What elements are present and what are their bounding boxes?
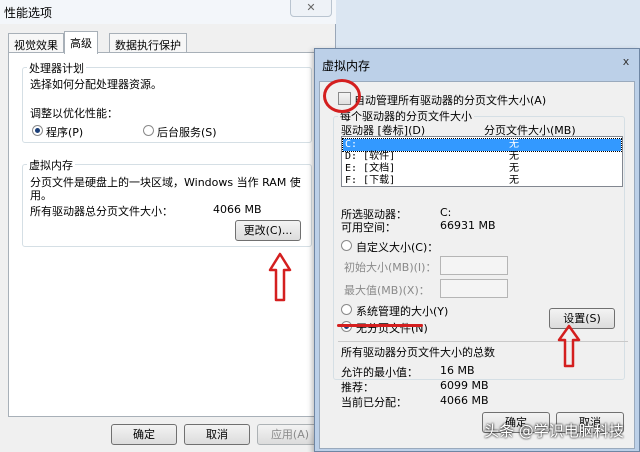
max-size-label: 最大值(MB)(X)：: [344, 284, 430, 297]
watermark: 头条 @学识电脑科技: [484, 422, 624, 440]
annotation-arrow-up-icon: [268, 252, 292, 302]
custom-size-radio[interactable]: [341, 240, 352, 251]
vm-description-line2: 用。: [30, 189, 52, 202]
min-allowed-label: 允许的最小值：: [341, 366, 418, 379]
custom-size-label[interactable]: 自定义大小(C)：: [356, 239, 438, 255]
change-button[interactable]: 更改(C)...: [235, 220, 301, 241]
tab-visual-effects[interactable]: 视觉效果: [8, 33, 64, 53]
advanced-tab-panel: 处理器计划 选择如何分配处理器资源。 调整以优化性能： 程序(P) 后台服务(S…: [8, 52, 326, 417]
totals-group-title: 所有驱动器分页文件大小的总数: [341, 346, 495, 359]
system-managed-label[interactable]: 系统管理的大小(Y): [356, 303, 448, 319]
current-allocated-label: 当前已分配：: [341, 396, 407, 409]
list-item[interactable]: F: [下载] 无: [343, 175, 621, 187]
virtual-memory-window: 虚拟内存 x 自动管理所有驱动器的分页文件大小(A) 每个驱动器的分页文件大小 …: [314, 48, 640, 452]
close-button[interactable]: ✕: [290, 0, 332, 17]
divider: [338, 341, 628, 342]
tab-advanced[interactable]: 高级: [64, 31, 98, 54]
vm-window-title: 虚拟内存: [322, 59, 371, 73]
performance-options-window: 性能选项 ✕ 视觉效果 高级 数据执行保护 处理器计划 选择如何分配处理器资源。…: [0, 0, 336, 452]
free-space-label: 可用空间：: [341, 221, 396, 234]
annotation-underline: [337, 324, 423, 327]
recommended-value: 6099 MB: [440, 379, 489, 392]
auto-manage-label[interactable]: 自动管理所有驱动器的分页文件大小(A): [354, 92, 546, 108]
background-services-label[interactable]: 后台服务(S): [157, 124, 217, 140]
min-allowed-value: 16 MB: [440, 364, 475, 377]
list-item[interactable]: E: [文档] 无: [343, 163, 621, 175]
annotation-arrow-up-icon: [557, 324, 581, 368]
vm-client-area: 自动管理所有驱动器的分页文件大小(A) 每个驱动器的分页文件大小 驱动器 [卷标…: [319, 81, 635, 449]
window-title: 性能选项: [4, 6, 53, 20]
annotation-circle: [323, 79, 361, 113]
processor-group-title: 处理器计划: [27, 60, 86, 76]
recommended-label: 推荐：: [341, 381, 374, 394]
initial-size-input: [440, 256, 508, 275]
vm-description-line1: 分页文件是硬盘上的一块区域，Windows 当作 RAM 使: [30, 176, 301, 189]
drive-list[interactable]: C: 无 D: [软件] 无 E: [文档] 无 F: [下载] 无: [341, 136, 623, 187]
current-allocated-value: 4066 MB: [440, 394, 489, 407]
initial-size-label: 初始大小(MB)(I)：: [344, 261, 437, 274]
ok-button[interactable]: 确定: [111, 424, 177, 445]
list-item[interactable]: D: [软件] 无: [343, 151, 621, 163]
list-item[interactable]: C: 无: [342, 138, 622, 152]
vm-group-title: 虚拟内存: [27, 157, 75, 173]
programs-label[interactable]: 程序(P): [46, 124, 83, 140]
close-icon[interactable]: x: [619, 55, 633, 68]
max-size-input: [440, 279, 508, 298]
system-managed-radio[interactable]: [341, 304, 352, 315]
adjust-label: 调整以优化性能：: [30, 107, 118, 120]
total-paging-value: 4066 MB: [213, 203, 262, 216]
title-bar: 性能选项 ✕: [0, 0, 336, 24]
free-space-value: 66931 MB: [440, 219, 496, 232]
tab-dep[interactable]: 数据执行保护: [109, 33, 187, 53]
cancel-button[interactable]: 取消: [184, 424, 250, 445]
processor-description: 选择如何分配处理器资源。: [30, 78, 162, 91]
background-services-radio[interactable]: [143, 125, 154, 136]
selected-drive-value: C:: [440, 206, 452, 219]
programs-radio[interactable]: [32, 125, 43, 136]
no-paging-label[interactable]: 无分页文件(N): [356, 320, 428, 336]
total-paging-label: 所有驱动器总分页文件大小：: [30, 205, 173, 218]
